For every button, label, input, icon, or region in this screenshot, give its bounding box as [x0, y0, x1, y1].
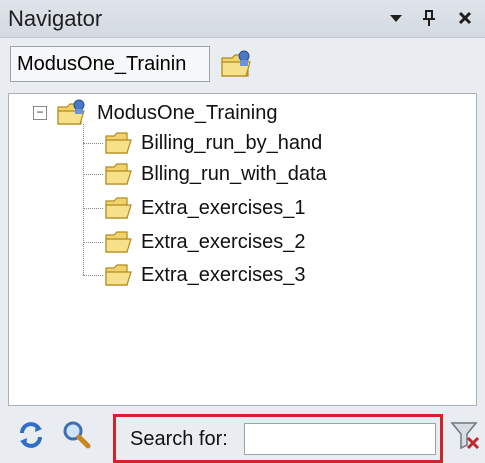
tree-connector-branch — [83, 208, 103, 209]
magnifier-icon[interactable] — [60, 418, 94, 452]
tree-node-folder[interactable]: Extra_exercises_1 — [103, 192, 306, 224]
root-folder-icon — [221, 50, 251, 77]
navigator-toolbar: ModusOne_Trainin — [0, 38, 485, 90]
navigator-bottombar: Search for: — [0, 408, 485, 463]
tree-node-folder[interactable]: Extra_exercises_3 — [103, 259, 306, 291]
folder-icon — [105, 231, 132, 253]
tree-node-folder[interactable]: Extra_exercises_2 — [103, 226, 306, 258]
pin-icon[interactable] — [416, 4, 442, 32]
root-selector[interactable]: ModusOne_Trainin — [10, 46, 210, 82]
select-root-button[interactable] — [218, 46, 256, 82]
navigator-tree[interactable]: − ModusOne_Training Billing_run_by_hand … — [8, 93, 477, 406]
close-icon[interactable] — [452, 4, 478, 32]
tree-node-folder[interactable]: Blling_run_with_data — [103, 158, 327, 190]
tree-node-label: Blling_run_with_data — [141, 162, 327, 185]
folder-icon — [105, 264, 132, 286]
folder-icon — [105, 197, 132, 219]
search-input[interactable] — [244, 423, 436, 455]
tree-node-label: Extra_exercises_2 — [141, 230, 306, 253]
tree-connector-branch — [83, 143, 103, 144]
tree-node-label: ModusOne_Training — [97, 101, 278, 124]
tree-connector-branch — [83, 275, 103, 276]
window-title: Navigator — [8, 6, 103, 31]
folder-icon — [105, 132, 132, 154]
search-panel: Search for: — [113, 414, 443, 463]
dropdown-arrow-icon[interactable] — [383, 4, 409, 32]
tree-node-label: Extra_exercises_3 — [141, 263, 306, 286]
tree-node-label: Extra_exercises_1 — [141, 196, 306, 219]
tree-node-folder[interactable]: Billing_run_by_hand — [103, 127, 322, 159]
refresh-icon[interactable] — [14, 418, 48, 452]
search-label: Search for: — [130, 428, 228, 450]
collapse-expander[interactable]: − — [33, 106, 47, 120]
folder-icon — [105, 163, 132, 185]
tree-connector-branch — [83, 242, 103, 243]
navigator-titlebar: Navigator — [0, 0, 485, 38]
tree-connector-branch — [83, 174, 103, 175]
tree-node-label: Billing_run_by_hand — [141, 131, 323, 154]
project-folder-icon — [57, 99, 85, 125]
tree-connector-vertical — [83, 124, 84, 275]
tree-node-root[interactable]: ModusOne_Training — [55, 97, 277, 129]
clear-filter-icon[interactable] — [448, 418, 482, 452]
